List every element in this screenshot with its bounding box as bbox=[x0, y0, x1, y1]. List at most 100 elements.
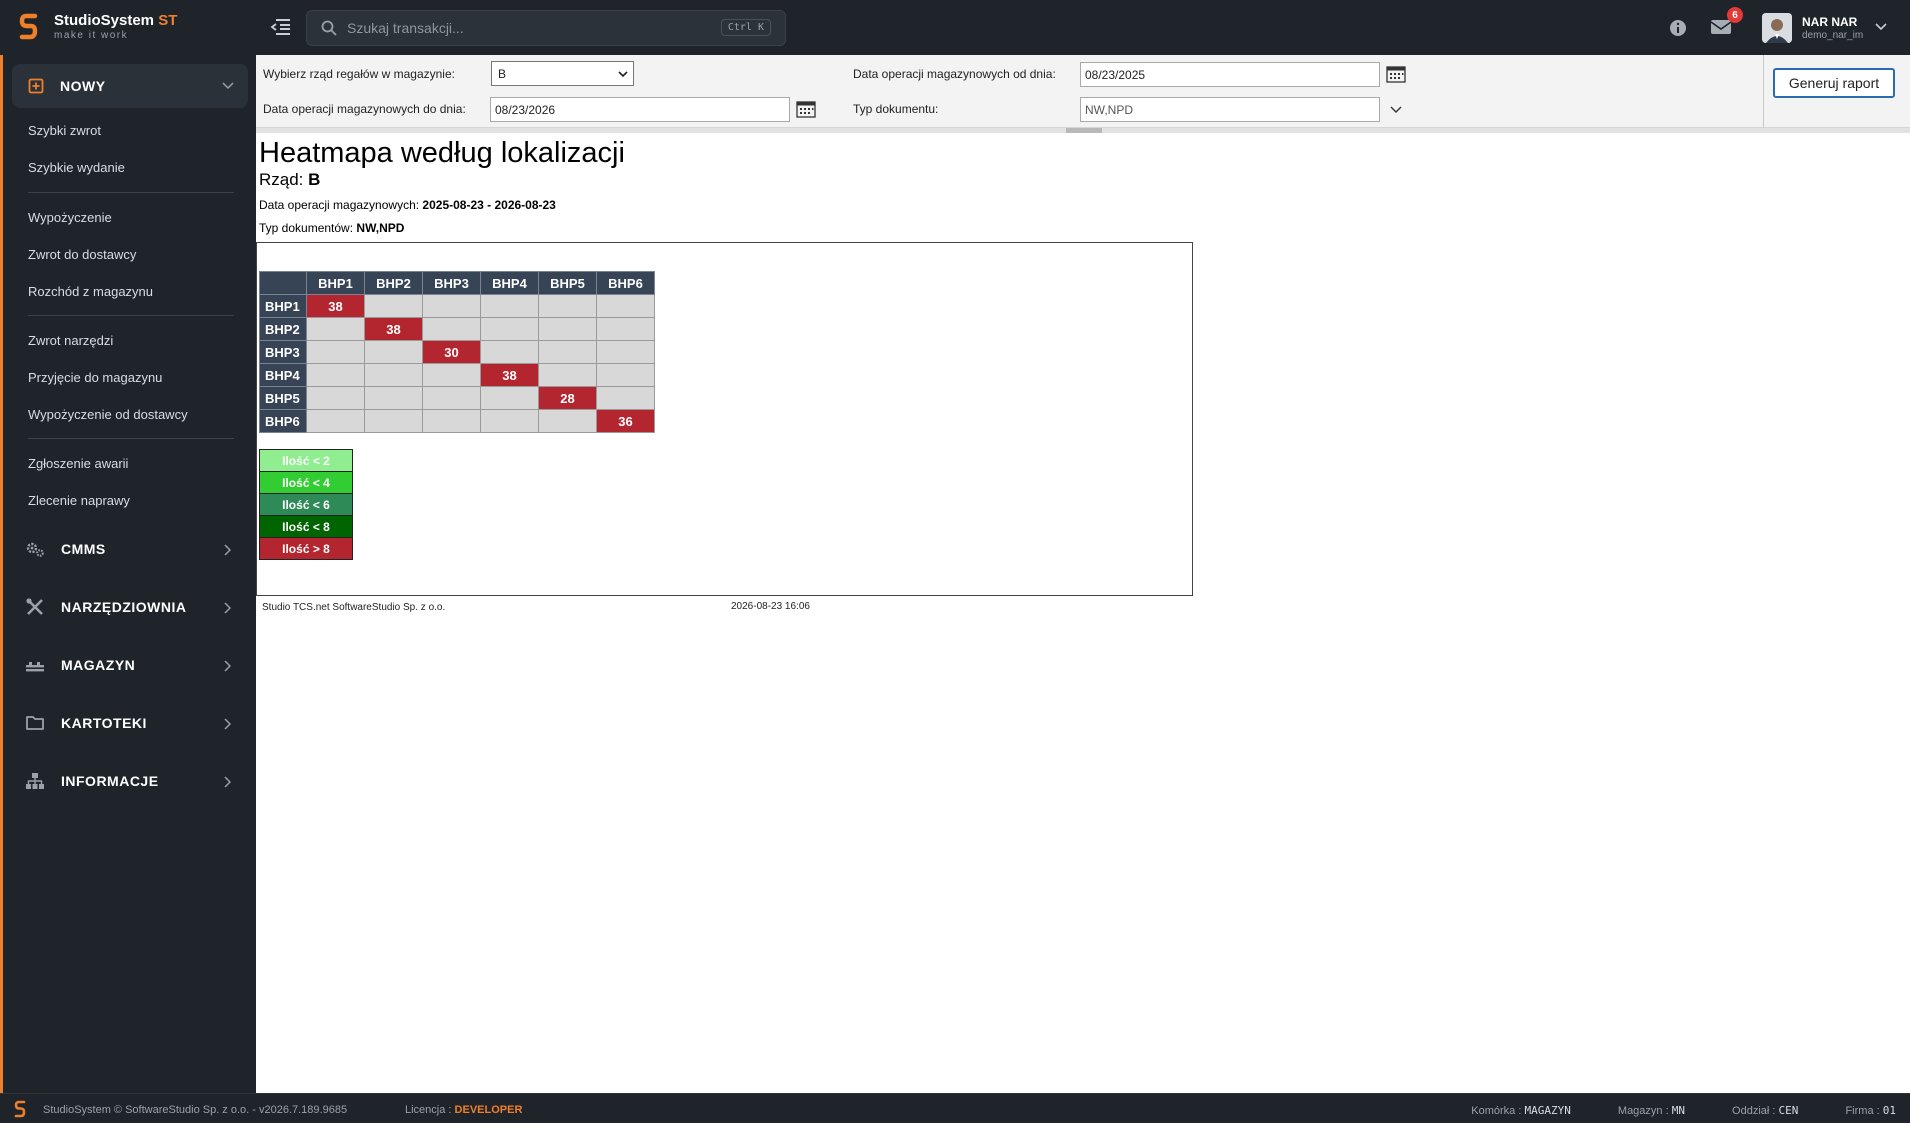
sidebar-section-label: NARZĘDZIOWNIA bbox=[61, 599, 187, 615]
sidebar-section-narzedziownia[interactable]: NARZĘDZIOWNIA bbox=[25, 595, 239, 619]
sidebar-section-informacje[interactable]: INFORMACJE bbox=[25, 769, 239, 793]
status-company: Firma : 01 bbox=[1823, 1104, 1896, 1117]
splitter-handle[interactable] bbox=[1066, 128, 1102, 133]
sidebar-item-zgloszenie-awarii[interactable]: Zgłoszenie awarii bbox=[28, 456, 128, 471]
sidebar-item-rozchod-z-magazynu[interactable]: Rozchód z magazynu bbox=[28, 284, 153, 299]
heatmap-cell bbox=[596, 386, 655, 410]
heatmap-column-header: BHP3 bbox=[422, 271, 481, 295]
report-doc-value: NW,NPD bbox=[356, 221, 405, 235]
logo-icon bbox=[14, 1100, 26, 1118]
sidebar-section-label: NOWY bbox=[60, 78, 106, 94]
heatmap-cell bbox=[538, 409, 597, 433]
sidebar-section-nowy[interactable]: NOWY bbox=[12, 64, 248, 108]
sidebar-divider bbox=[28, 438, 234, 439]
sidebar-item-zlecenie-naprawy[interactable]: Zlecenie naprawy bbox=[28, 493, 130, 508]
heatmap-row: BHP4 38 bbox=[259, 363, 655, 387]
heatmap-cell bbox=[306, 386, 365, 410]
heatmap-cell bbox=[538, 363, 597, 387]
report-row-value: B bbox=[308, 170, 321, 189]
heatmap-cell bbox=[596, 363, 655, 387]
heatmap-cell bbox=[422, 317, 481, 341]
info-icon[interactable] bbox=[1668, 18, 1688, 38]
heatmap-column-header: BHP6 bbox=[596, 271, 655, 295]
avatar[interactable] bbox=[1762, 13, 1792, 43]
legend-item: Ilość < 4 bbox=[259, 471, 353, 494]
menu-toggle-icon[interactable] bbox=[270, 17, 292, 37]
status-company-value: 01 bbox=[1882, 1104, 1896, 1117]
legend-item: Ilość < 6 bbox=[259, 493, 353, 516]
status-license: Licencja : DEVELOPER bbox=[405, 1104, 522, 1116]
heatmap-cell bbox=[422, 294, 481, 318]
heatmap-cell bbox=[364, 409, 423, 433]
heatmap-cell bbox=[480, 409, 539, 433]
status-cell: Komórka : MAGAZYN bbox=[1449, 1104, 1571, 1117]
sidebar-section-kartoteki[interactable]: KARTOTEKI bbox=[25, 711, 239, 735]
status-branch-value: CEN bbox=[1778, 1104, 1799, 1117]
calendar-icon[interactable] bbox=[796, 100, 816, 118]
brand-accent: ST bbox=[158, 12, 178, 29]
heatmap-cell bbox=[538, 294, 597, 318]
sidebar-item-szybki-zwrot[interactable]: Szybki zwrot bbox=[28, 123, 101, 138]
sidebar-item-szybkie-wydanie[interactable]: Szybkie wydanie bbox=[28, 160, 125, 175]
legend-item: Ilość < 8 bbox=[259, 515, 353, 538]
heatmap-column-header: BHP1 bbox=[306, 271, 365, 295]
date-to-field[interactable]: 08/23/2026 bbox=[490, 97, 790, 122]
sidebar-section-cmms[interactable]: CMMS bbox=[25, 537, 239, 561]
sidebar-section-label: CMMS bbox=[61, 541, 106, 557]
heatmap-cell bbox=[538, 340, 597, 364]
date-from-field[interactable]: 08/23/2025 bbox=[1080, 62, 1380, 87]
search-bar[interactable]: Ctrl K bbox=[306, 10, 786, 46]
heatmap-cell bbox=[306, 363, 365, 387]
legend-item: Ilość < 2 bbox=[259, 449, 353, 472]
search-input[interactable] bbox=[347, 20, 707, 36]
heatmap-cell bbox=[480, 294, 539, 318]
sidebar: NOWY Szybki zwrot Szybkie wydanie Wypoży… bbox=[0, 55, 256, 1093]
heatmap-row: BHP3 30 bbox=[259, 340, 655, 364]
search-shortcut: Ctrl K bbox=[720, 19, 771, 36]
status-license-value: DEVELOPER bbox=[454, 1104, 523, 1116]
heatmap-cell bbox=[480, 340, 539, 364]
sidebar-item-zwrot-narzedzi[interactable]: Zwrot narzędzi bbox=[28, 333, 113, 348]
heatmap-row-header: BHP5 bbox=[259, 386, 307, 410]
brand[interactable]: StudioSystem ST make it work bbox=[18, 12, 177, 42]
folder-icon bbox=[26, 716, 44, 730]
user-name: NAR NAR bbox=[1802, 15, 1858, 29]
status-warehouse: Magazyn : MN bbox=[1596, 1104, 1685, 1117]
heatmap-column-header: BHP2 bbox=[364, 271, 423, 295]
chevron-down-icon[interactable] bbox=[1874, 22, 1888, 32]
heatmap-cell bbox=[364, 386, 423, 410]
panel-divider bbox=[1763, 55, 1764, 128]
report-doc-prefix: Typ dokumentów: bbox=[259, 221, 354, 235]
top-bar: StudioSystem ST make it work Ctrl K 6 NA… bbox=[0, 0, 1910, 55]
sidebar-item-wypozyczenie-od-dostawcy[interactable]: Wypożyczenie od dostawcy bbox=[28, 407, 188, 422]
heatmap-cell bbox=[364, 294, 423, 318]
row-select-value: B bbox=[498, 66, 507, 81]
report-footer-timestamp: 2026-08-23 16:06 bbox=[731, 601, 810, 612]
generate-report-button[interactable]: Generuj raport bbox=[1773, 68, 1895, 98]
heatmap-row: BHP6 36 bbox=[259, 409, 655, 433]
heatmap-row: BHP2 38 bbox=[259, 317, 655, 341]
status-copyright: StudioSystem © SoftwareStudio Sp. z o.o.… bbox=[43, 1104, 348, 1116]
heatmap-cell bbox=[306, 317, 365, 341]
heatmap-cell bbox=[480, 317, 539, 341]
date-to-label: Data operacji magazynowych do dnia: bbox=[263, 102, 466, 116]
calendar-icon[interactable] bbox=[1386, 65, 1406, 83]
status-branch-label: Oddział : bbox=[1732, 1105, 1776, 1117]
heatmap-cell: 28 bbox=[538, 386, 597, 410]
sidebar-section-label: KARTOTEKI bbox=[61, 715, 147, 731]
heatmap-cell bbox=[364, 340, 423, 364]
heatmap-cell: 36 bbox=[596, 409, 655, 433]
sidebar-section-magazyn[interactable]: MAGAZYN bbox=[25, 653, 239, 677]
heatmap-legend: Ilość < 2 Ilość < 4 Ilość < 6 Ilość < 8 Iloś… bbox=[259, 449, 353, 560]
sidebar-item-przyjecie-do-magazynu[interactable]: Przyjęcie do magazynu bbox=[28, 370, 162, 385]
doc-type-field[interactable]: NW,NPD bbox=[1080, 97, 1380, 122]
sidebar-item-zwrot-do-dostawcy[interactable]: Zwrot do dostawcy bbox=[28, 247, 136, 262]
sidebar-divider bbox=[28, 315, 234, 316]
legend-item: Ilość > 8 bbox=[259, 537, 353, 560]
status-cell-label: Komórka : bbox=[1471, 1105, 1522, 1117]
sidebar-item-wypozyczenie[interactable]: Wypożyczenie bbox=[28, 210, 112, 225]
row-select[interactable]: B bbox=[491, 61, 634, 86]
chevron-down-icon[interactable] bbox=[1390, 105, 1402, 115]
chevron-right-icon bbox=[224, 544, 231, 556]
report-dates-value: 2025-08-23 - 2026-08-23 bbox=[422, 198, 556, 212]
